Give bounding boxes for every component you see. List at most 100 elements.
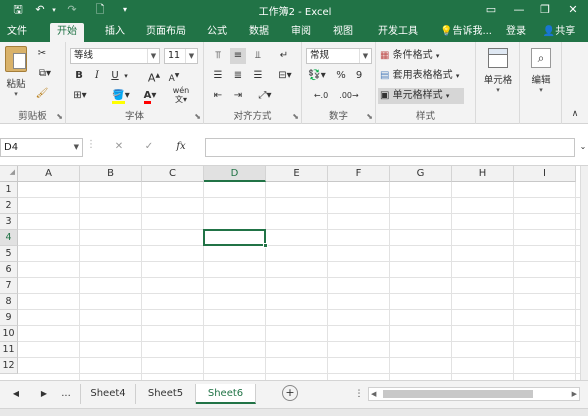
font-color-icon[interactable]: A▾ bbox=[140, 88, 160, 104]
row-header-11[interactable]: 11 bbox=[0, 342, 18, 358]
ribbon-options-icon[interactable]: ▭ bbox=[478, 0, 504, 20]
format-painter-icon[interactable]: 🖌 bbox=[34, 86, 50, 102]
align-left-icon[interactable]: ☰ bbox=[210, 68, 226, 84]
decrease-decimal-icon[interactable]: .00→ bbox=[338, 88, 360, 104]
vertical-scrollbar[interactable] bbox=[580, 166, 588, 380]
more-sheets-button[interactable]: ... bbox=[56, 386, 76, 402]
column-header-e[interactable]: E bbox=[266, 166, 328, 182]
comma-style-button[interactable]: 9 bbox=[352, 68, 366, 84]
new-sheet-button[interactable]: + bbox=[282, 385, 298, 401]
scroll-right-icon[interactable]: ▶ bbox=[572, 388, 577, 400]
collapse-ribbon-icon[interactable]: ∧ bbox=[568, 106, 582, 122]
row-header-5[interactable]: 5 bbox=[0, 246, 18, 262]
scroll-right-icon[interactable]: ▶ bbox=[38, 386, 50, 402]
active-cell[interactable] bbox=[203, 229, 268, 248]
formula-input[interactable] bbox=[205, 138, 575, 157]
tab-view[interactable]: 视图 bbox=[326, 23, 360, 42]
align-bottom-icon[interactable]: ⫫ bbox=[250, 48, 266, 64]
splitter-icon[interactable]: ⋮ bbox=[354, 386, 364, 402]
worksheet-grid[interactable]: ◢ ABCDEFGHI 1 2 3 4 5 6 7 8 9 10 11 12 bbox=[0, 166, 580, 380]
cut-icon[interactable]: ✂ bbox=[34, 46, 50, 62]
increase-decimal-icon[interactable]: ←.0 bbox=[310, 88, 332, 104]
border-icon[interactable]: ⊞▾ bbox=[70, 88, 90, 104]
clipboard-launcher-icon[interactable]: ⬊ bbox=[56, 112, 63, 121]
tab-insert[interactable]: 插入 bbox=[98, 23, 132, 42]
customize-qat-icon[interactable]: ▾ bbox=[120, 1, 130, 19]
grow-font-button[interactable]: A▲ bbox=[146, 68, 162, 85]
row-header-12[interactable]: 12 bbox=[0, 358, 18, 374]
tab-review[interactable]: 审阅 bbox=[284, 23, 318, 42]
tell-me-search[interactable]: 💡告诉我... bbox=[436, 23, 496, 42]
tab-formulas[interactable]: 公式 bbox=[200, 23, 234, 42]
accounting-format-icon[interactable]: 💱▾ bbox=[306, 68, 328, 84]
number-format-combo[interactable]: 常规 ▼ bbox=[306, 48, 372, 64]
alignment-launcher-icon[interactable]: ⬊ bbox=[292, 112, 299, 121]
row-header-9[interactable]: 9 bbox=[0, 310, 18, 326]
row-header-6[interactable]: 6 bbox=[0, 262, 18, 278]
new-file-icon[interactable]: 🗋 bbox=[92, 1, 108, 19]
wrap-text-icon[interactable]: ↵ bbox=[274, 48, 294, 64]
column-header-g[interactable]: G bbox=[390, 166, 452, 182]
italic-button[interactable]: I bbox=[90, 68, 104, 84]
horizontal-scrollbar[interactable]: ◀ ▶ bbox=[368, 387, 580, 401]
sheet-tab[interactable]: Sheet4 bbox=[80, 384, 136, 404]
orientation-icon[interactable]: ⤢▾ bbox=[254, 88, 276, 104]
expand-formula-bar-icon[interactable]: ⌄ bbox=[578, 139, 588, 155]
column-header-i[interactable]: I bbox=[514, 166, 576, 182]
fill-handle[interactable] bbox=[263, 243, 268, 248]
row-header-8[interactable]: 8 bbox=[0, 294, 18, 310]
column-header-d[interactable]: D bbox=[204, 166, 266, 182]
column-header-f[interactable]: F bbox=[328, 166, 390, 182]
row-header-7[interactable]: 7 bbox=[0, 278, 18, 294]
save-icon[interactable]: 🖫 bbox=[10, 1, 26, 19]
font-size-combo[interactable]: 11 ▼ bbox=[164, 48, 198, 64]
scroll-thumb[interactable] bbox=[383, 390, 533, 398]
scroll-left-icon[interactable]: ◀ bbox=[371, 388, 376, 400]
column-header-h[interactable]: H bbox=[452, 166, 514, 182]
sheet-tab[interactable]: Sheet5 bbox=[136, 384, 196, 404]
enter-icon[interactable]: ✓ bbox=[142, 139, 156, 155]
fill-color-icon[interactable]: 🪣▾ bbox=[110, 88, 132, 104]
close-icon[interactable]: ✕ bbox=[560, 0, 586, 20]
align-right-icon[interactable]: ☰ bbox=[250, 68, 266, 84]
tab-page-layout[interactable]: 页面布局 bbox=[140, 23, 192, 42]
tab-data[interactable]: 数据 bbox=[242, 23, 276, 42]
signin-link[interactable]: 登录 bbox=[502, 23, 530, 42]
select-all-corner[interactable]: ◢ bbox=[0, 166, 18, 182]
cells-button[interactable]: 单元格 ▾ bbox=[480, 48, 516, 98]
row-header-3[interactable]: 3 bbox=[0, 214, 18, 230]
share-button[interactable]: 👤共享 bbox=[534, 23, 584, 42]
shrink-font-button[interactable]: A▼ bbox=[166, 68, 182, 84]
underline-button[interactable]: U bbox=[108, 68, 122, 84]
row-header-10[interactable]: 10 bbox=[0, 326, 18, 342]
editing-button[interactable]: ⌕ 编辑 ▾ bbox=[524, 48, 558, 98]
cancel-icon[interactable]: ✕ bbox=[112, 139, 126, 155]
insert-function-icon[interactable]: fx bbox=[172, 139, 190, 155]
align-center-icon[interactable]: ≣ bbox=[230, 68, 246, 84]
font-launcher-icon[interactable]: ⬊ bbox=[194, 112, 201, 121]
phonetic-guide-button[interactable]: wén 文▾ bbox=[168, 86, 194, 104]
paste-button[interactable]: 粘贴 ▾ bbox=[2, 46, 30, 98]
minimize-icon[interactable]: — bbox=[506, 0, 532, 20]
copy-icon[interactable]: ⧉▾ bbox=[34, 66, 56, 82]
redo-icon[interactable]: ↷ bbox=[64, 1, 80, 19]
column-header-b[interactable]: B bbox=[80, 166, 142, 182]
scroll-left-icon[interactable]: ◀ bbox=[10, 386, 22, 402]
sheet-tab-active[interactable]: Sheet6 bbox=[196, 384, 256, 404]
underline-dropdown-icon[interactable]: ▾ bbox=[122, 68, 130, 84]
percent-button[interactable]: % bbox=[334, 68, 348, 84]
align-middle-icon[interactable]: ≡ bbox=[230, 48, 246, 64]
number-launcher-icon[interactable]: ⬊ bbox=[366, 112, 373, 121]
merge-center-icon[interactable]: ⊟▾ bbox=[274, 68, 296, 84]
tab-developer[interactable]: 开发工具 bbox=[372, 23, 424, 42]
bold-button[interactable]: B bbox=[72, 68, 86, 84]
undo-icon[interactable]: ↶ bbox=[32, 1, 48, 19]
format-as-table-button[interactable]: ▤ 套用表格格式 ▾ bbox=[380, 68, 474, 84]
font-name-combo[interactable]: 等线 ▼ bbox=[70, 48, 160, 64]
row-header-1[interactable]: 1 bbox=[0, 182, 18, 198]
tab-home[interactable]: 开始 bbox=[50, 23, 84, 42]
align-top-icon[interactable]: ⫪ bbox=[210, 48, 226, 64]
column-header-a[interactable]: A bbox=[18, 166, 80, 182]
tab-file[interactable]: 文件 bbox=[0, 23, 34, 42]
conditional-formatting-button[interactable]: ▦ 条件格式 ▾ bbox=[380, 48, 472, 64]
